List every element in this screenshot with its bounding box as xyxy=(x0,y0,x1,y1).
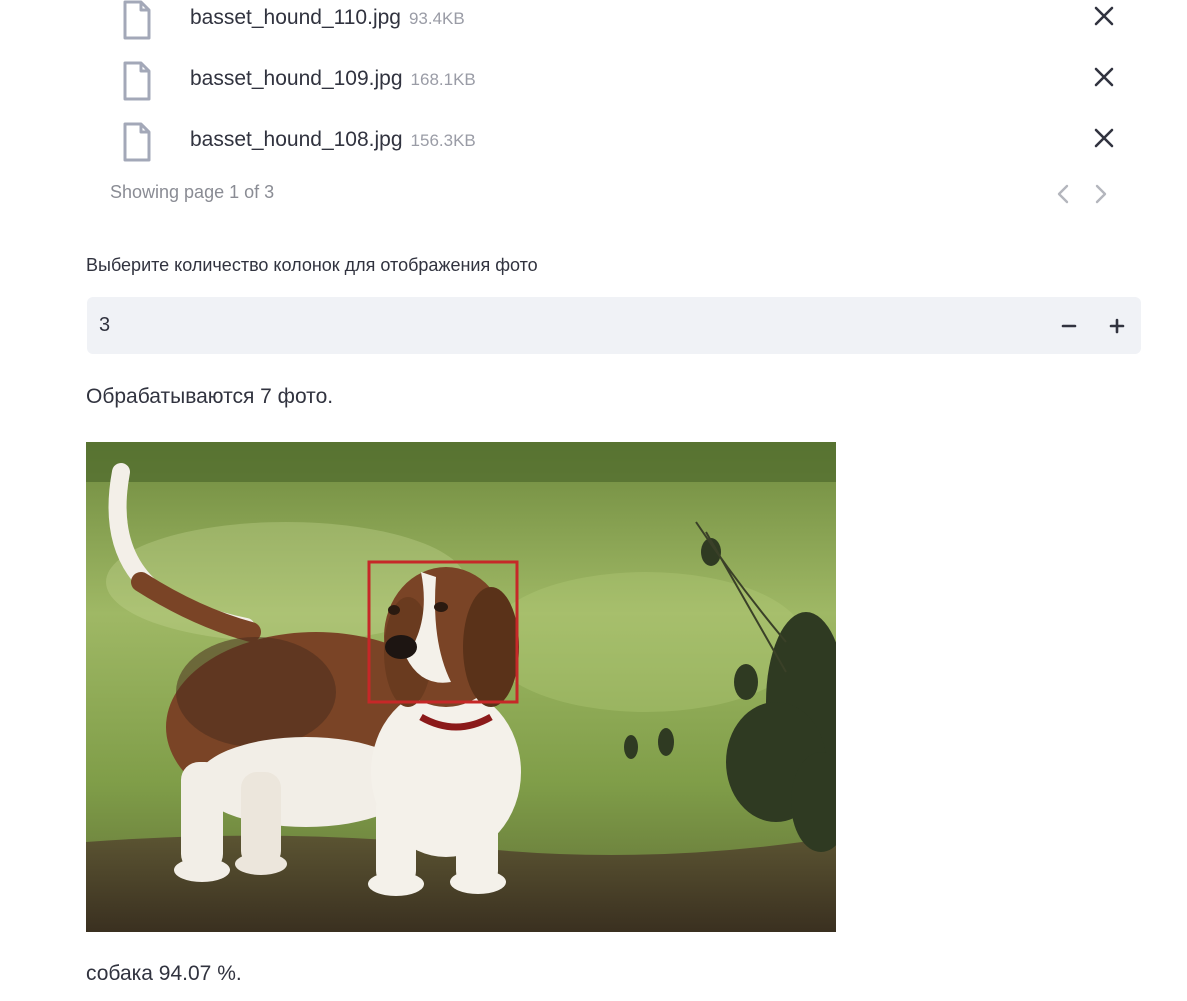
plus-icon[interactable] xyxy=(1102,311,1132,341)
file-icon xyxy=(123,0,151,40)
file-row: basset_hound_110.jpg 93.4KB xyxy=(110,0,1130,50)
minus-icon[interactable] xyxy=(1054,311,1084,341)
file-icon xyxy=(123,61,151,101)
file-row: basset_hound_109.jpg 168.1KB xyxy=(110,61,1130,111)
columns-number-input[interactable]: 3 xyxy=(87,297,1141,354)
remove-file-button[interactable] xyxy=(1090,63,1118,91)
file-row: basset_hound_108.jpg 156.3KB xyxy=(110,122,1130,172)
columns-input-value[interactable]: 3 xyxy=(99,314,110,337)
file-icon xyxy=(123,122,151,162)
file-size: 168.1KB xyxy=(410,70,476,89)
remove-file-button[interactable] xyxy=(1090,2,1118,30)
chevron-right-icon[interactable] xyxy=(1088,182,1112,206)
file-name-text: basset_hound_108.jpg xyxy=(190,128,403,151)
columns-input-label: Выберите количество колонок для отображе… xyxy=(86,255,538,275)
file-name-text: basset_hound_110.jpg xyxy=(190,6,401,29)
file-name: basset_hound_109.jpg 168.1KB xyxy=(190,67,476,91)
file-name: basset_hound_110.jpg 93.4KB xyxy=(190,6,465,30)
file-name: basset_hound_108.jpg 156.3KB xyxy=(190,128,476,152)
processing-status: Обрабатываются 7 фото. xyxy=(86,385,334,408)
detection-caption: собака 94.07 %. xyxy=(86,962,242,985)
chevron-left-icon[interactable] xyxy=(1052,182,1076,206)
remove-file-button[interactable] xyxy=(1090,124,1118,152)
file-size: 156.3KB xyxy=(410,131,476,150)
file-name-text: basset_hound_109.jpg xyxy=(190,67,403,90)
pagination-status: Showing page 1 of 3 xyxy=(110,182,275,202)
file-size: 93.4KB xyxy=(408,9,465,28)
app-page: basset_hound_110.jpg 93.4KB basset_hound_… xyxy=(0,0,1187,1001)
detection-photo xyxy=(86,442,836,932)
